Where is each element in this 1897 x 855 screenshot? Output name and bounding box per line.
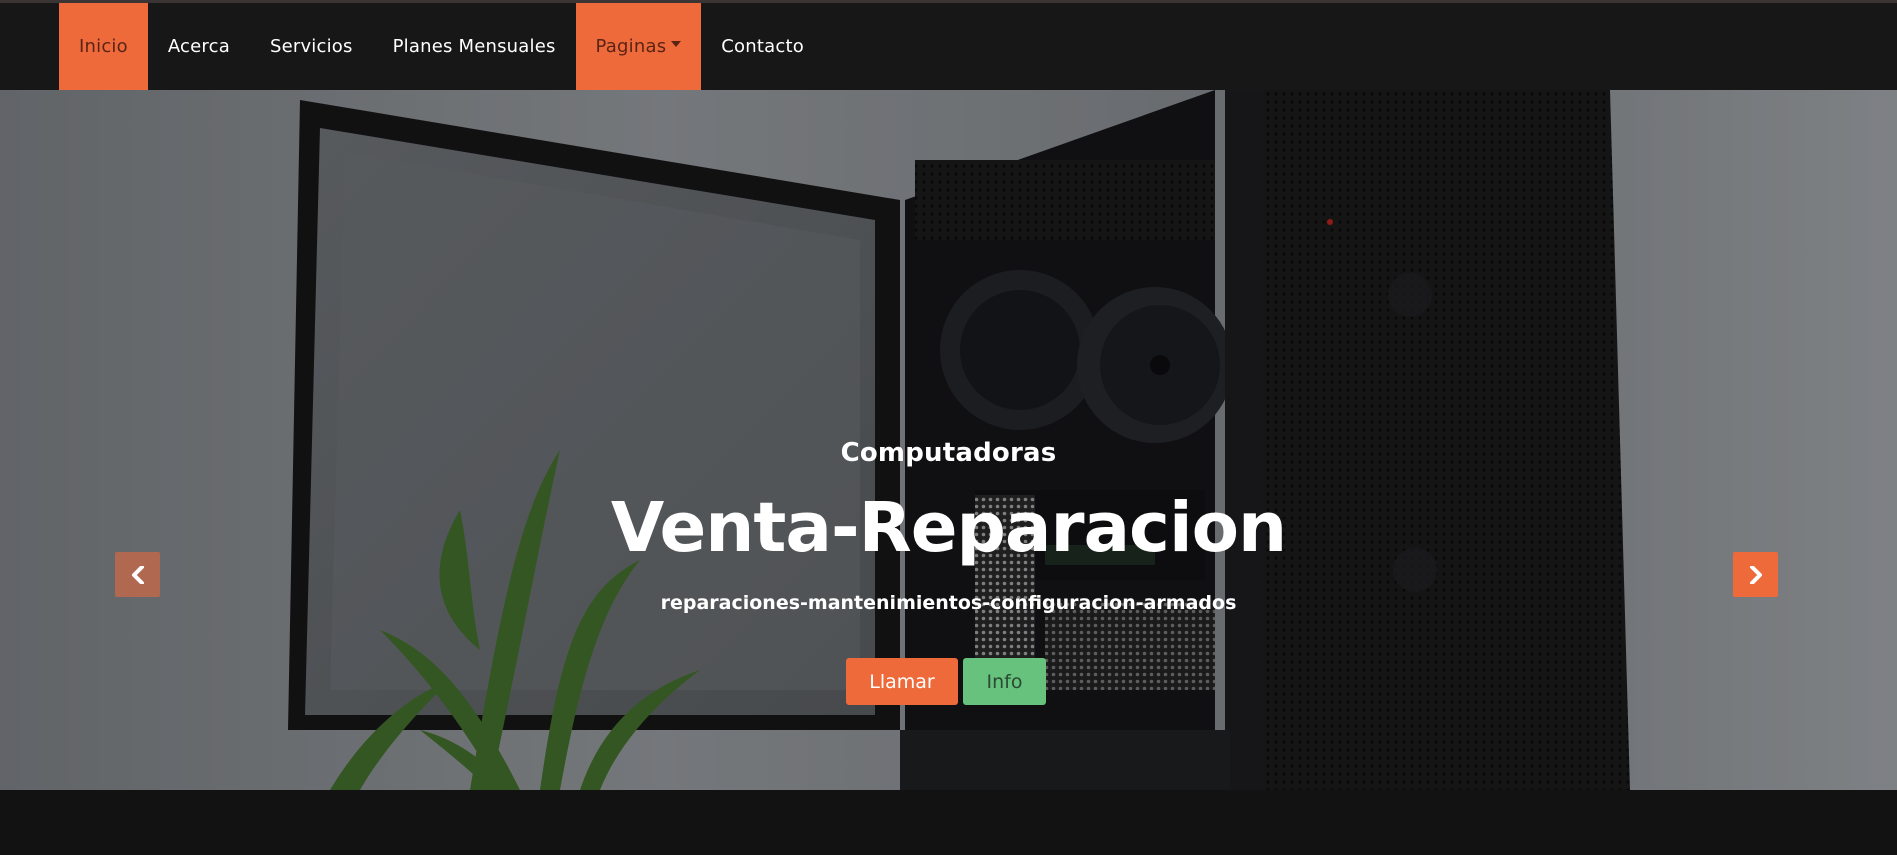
page-footer-band xyxy=(0,790,1897,855)
nav-item-label: Servicios xyxy=(269,36,353,57)
nav-menu: Inicio Acerca Servicios Planes Mensuales… xyxy=(59,3,824,90)
nav-item-servicios[interactable]: Servicios xyxy=(250,3,373,90)
nav-item-contacto[interactable]: Contacto xyxy=(701,3,824,90)
chevron-left-icon xyxy=(131,565,144,584)
main-navbar: Inicio Acerca Servicios Planes Mensuales… xyxy=(0,3,1897,90)
carousel-prev-button[interactable] xyxy=(115,552,160,597)
nav-item-label: Acerca xyxy=(167,36,230,57)
nav-item-acerca[interactable]: Acerca xyxy=(148,3,250,90)
carousel-caption: Computadoras Venta-Reparacion reparacion… xyxy=(0,90,1897,790)
chevron-right-icon xyxy=(1749,565,1762,584)
carousel-next-button[interactable] xyxy=(1733,552,1778,597)
nav-item-planes-mensuales[interactable]: Planes Mensuales xyxy=(373,3,576,90)
nav-item-paginas-dropdown[interactable]: Paginas xyxy=(575,3,702,90)
call-button[interactable]: Llamar xyxy=(846,658,958,705)
nav-item-label: Planes Mensuales xyxy=(392,36,556,57)
nav-item-inicio[interactable]: Inicio xyxy=(59,3,148,90)
hero-headline: Venta-Reparacion xyxy=(610,488,1287,568)
nav-item-label: Inicio xyxy=(79,36,128,57)
nav-item-label: Paginas xyxy=(595,36,667,57)
hero-subline: reparaciones-mantenimientos-configuracio… xyxy=(660,592,1237,614)
nav-item-label: Contacto xyxy=(721,36,804,57)
hero-kicker: Computadoras xyxy=(840,438,1057,468)
info-button[interactable]: Info xyxy=(963,658,1046,705)
caret-down-icon xyxy=(671,40,682,47)
hero-carousel: Computadoras Venta-Reparacion reparacion… xyxy=(0,90,1897,790)
